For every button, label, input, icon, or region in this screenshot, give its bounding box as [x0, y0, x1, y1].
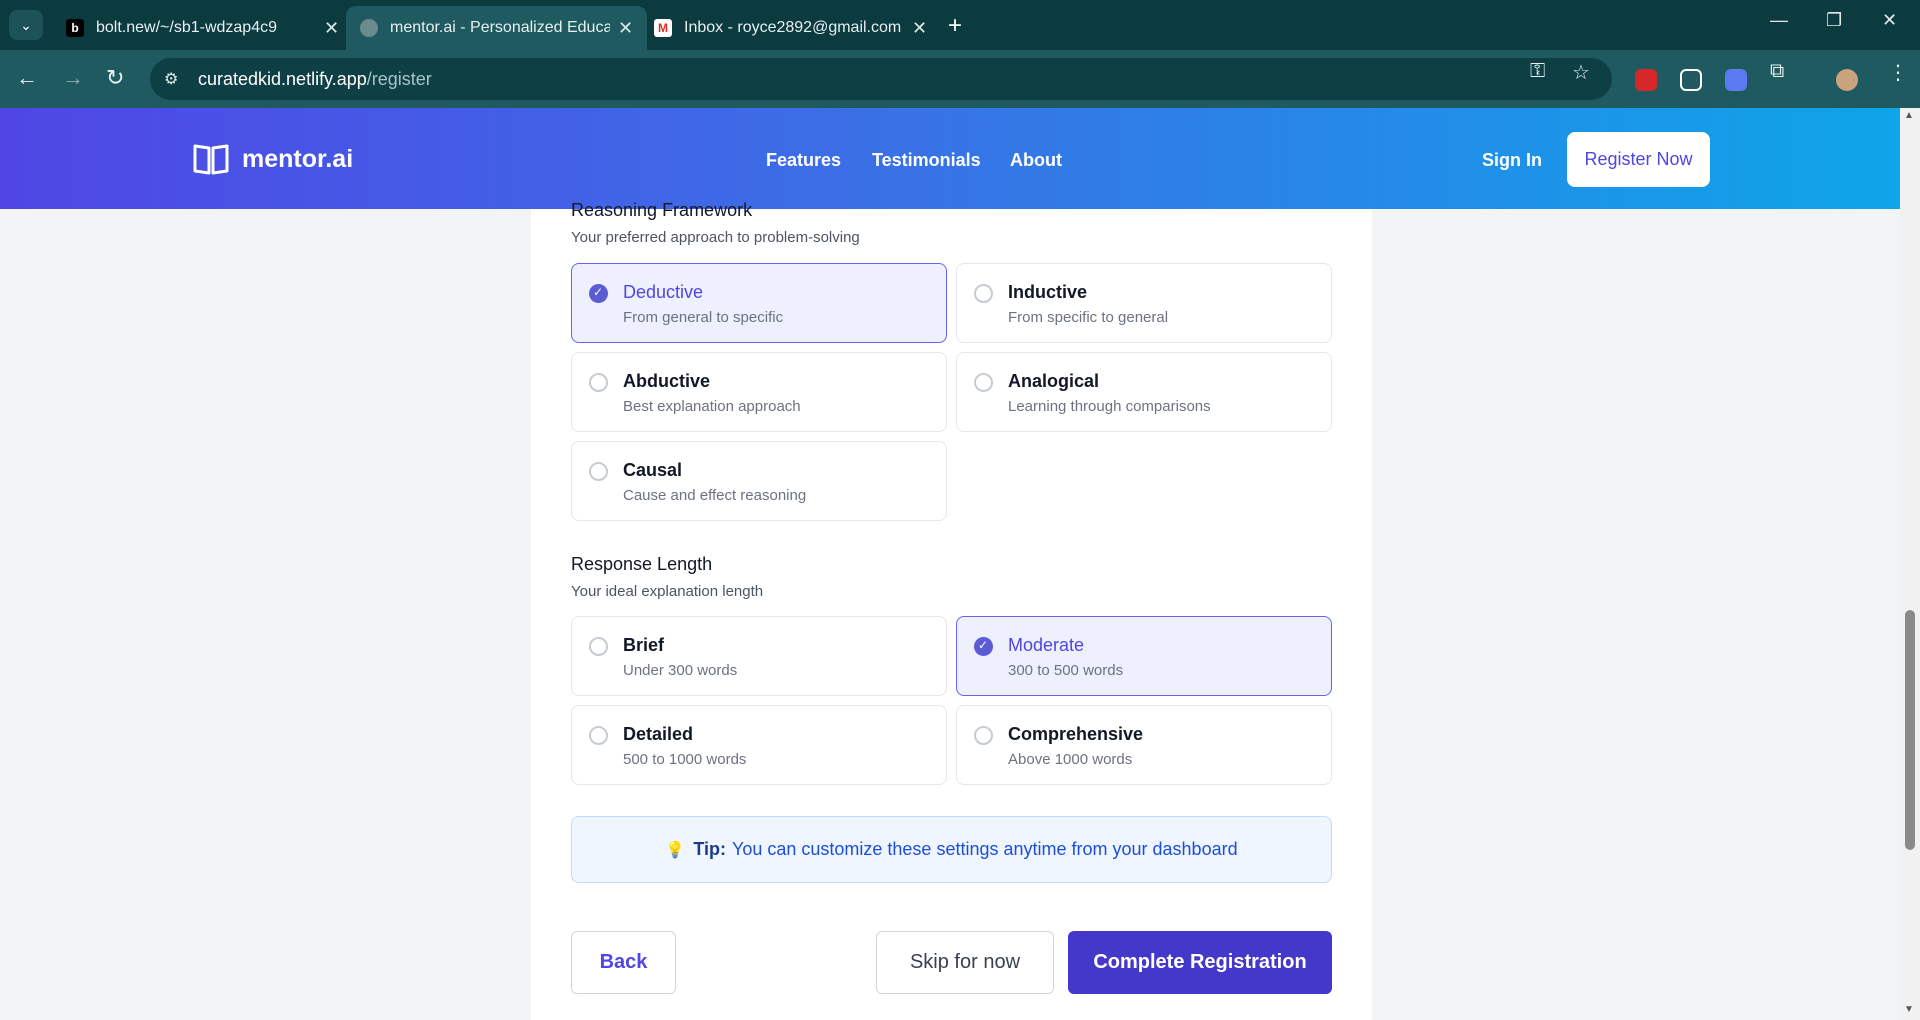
option-brief[interactable]: Brief Under 300 words [571, 616, 947, 696]
password-key-icon[interactable]: ⚿ [1530, 60, 1545, 83]
reasoning-subtitle: Your preferred approach to problem-solvi… [571, 229, 860, 246]
forward-arrow-icon[interactable]: → [62, 65, 84, 91]
radio-icon [974, 373, 993, 392]
back-arrow-icon[interactable]: ← [16, 65, 38, 91]
tip-label: Tip: [693, 839, 726, 859]
page-scrollbar[interactable]: ▲ ▼ [1900, 108, 1920, 1020]
restore-icon[interactable]: ❐ [1826, 10, 1842, 31]
close-tab-icon[interactable]: ✕ [912, 18, 927, 39]
option-abductive[interactable]: Abductive Best explanation approach [571, 352, 947, 432]
scrollbar-thumb[interactable] [1905, 610, 1915, 850]
tab-mentor[interactable]: mentor.ai - Personalized Educat ✕ [346, 6, 648, 50]
extension-window-icon[interactable] [1725, 69, 1747, 91]
complete-registration-button[interactable]: Complete Registration [1068, 931, 1332, 994]
tip-banner: 💡 Tip: You can customize these settings … [571, 816, 1332, 883]
tip-text: You can customize these settings anytime… [731, 839, 1238, 859]
tab-title: bolt.new/~/sb1-wdzap4c9 [96, 19, 277, 36]
register-now-button[interactable]: Register Now [1567, 132, 1710, 187]
bookmark-star-icon[interactable]: ☆ [1572, 60, 1590, 85]
globe-favicon-icon [360, 19, 378, 37]
tab-title: Inbox - royce2892@gmail.com [684, 19, 902, 36]
radio-checked-icon [589, 284, 608, 303]
site-header: mentor.ai Features Testimonials About Si… [0, 108, 1900, 209]
reasoning-title: Reasoning Framework [571, 200, 753, 220]
browser-menu-icon[interactable]: ⋮ [1888, 60, 1908, 85]
gmail-favicon-icon: M [654, 19, 672, 37]
window-close-icon[interactable]: ✕ [1882, 10, 1897, 31]
nav-features[interactable]: Features [766, 150, 841, 171]
radio-icon [974, 284, 993, 303]
option-comprehensive[interactable]: Comprehensive Above 1000 words [956, 705, 1332, 785]
nav-about[interactable]: About [1010, 150, 1062, 171]
option-detailed[interactable]: Detailed 500 to 1000 words [571, 705, 947, 785]
sign-in-link[interactable]: Sign In [1482, 150, 1542, 171]
extension-puzzle-blue-icon[interactable] [1680, 69, 1702, 91]
option-deductive[interactable]: Deductive From general to specific [571, 263, 947, 343]
brand-name: mentor.ai [242, 144, 354, 173]
extension-stop-icon[interactable] [1635, 69, 1657, 91]
option-causal[interactable]: Causal Cause and effect reasoning [571, 441, 947, 521]
new-tab-icon[interactable]: + [948, 12, 962, 40]
back-button[interactable]: Back [571, 931, 676, 994]
scroll-up-icon[interactable]: ▲ [1904, 110, 1914, 121]
lightbulb-icon: 💡 [665, 841, 686, 859]
book-icon [193, 144, 229, 175]
address-bar[interactable]: ⚙ curatedkid.netlify.app/register [150, 58, 1612, 100]
minimize-icon[interactable]: — [1770, 10, 1788, 31]
close-tab-icon[interactable]: ✕ [618, 18, 633, 39]
option-analogical[interactable]: Analogical Learning through comparisons [956, 352, 1332, 432]
site-info-icon[interactable]: ⚙ [164, 69, 186, 89]
nav-testimonials[interactable]: Testimonials [872, 150, 981, 171]
scroll-down-icon[interactable]: ▼ [1904, 1004, 1914, 1015]
brand-logo[interactable]: mentor.ai [192, 142, 353, 176]
extensions-puzzle-icon[interactable]: ⧉ [1770, 60, 1784, 83]
url-text: curatedkid.netlify.app/register [198, 68, 432, 89]
response-length-title: Response Length [571, 554, 713, 574]
tab-gmail[interactable]: M Inbox - royce2892@gmail.com ✕ [640, 6, 941, 50]
skip-button[interactable]: Skip for now [876, 931, 1054, 994]
bolt-favicon-icon: b [66, 19, 84, 37]
preferences-card: Reasoning Framework Your preferred appro… [531, 200, 1372, 1020]
close-tab-icon[interactable]: ✕ [324, 18, 339, 39]
radio-icon [589, 462, 608, 481]
tab-search-chevron-icon[interactable]: ⌄ [9, 10, 43, 40]
tab-bolt[interactable]: b bolt.new/~/sb1-wdzap4c9 ✕ [52, 6, 353, 50]
radio-icon [974, 726, 993, 745]
radio-icon [589, 726, 608, 745]
response-length-subtitle: Your ideal explanation length [571, 583, 764, 600]
radio-icon [589, 637, 608, 656]
browser-tab-bar: ⌄ b bolt.new/~/sb1-wdzap4c9 ✕ mentor.ai … [0, 0, 1920, 50]
profile-avatar[interactable] [1836, 69, 1858, 91]
reload-icon[interactable]: ↻ [106, 65, 124, 91]
radio-checked-icon [974, 637, 993, 656]
tab-title: mentor.ai - Personalized Educat [390, 19, 610, 36]
option-moderate[interactable]: Moderate 300 to 500 words [956, 616, 1332, 696]
browser-toolbar: ← → ↻ ⚙ curatedkid.netlify.app/register … [0, 50, 1920, 108]
radio-icon [589, 373, 608, 392]
option-inductive[interactable]: Inductive From specific to general [956, 263, 1332, 343]
